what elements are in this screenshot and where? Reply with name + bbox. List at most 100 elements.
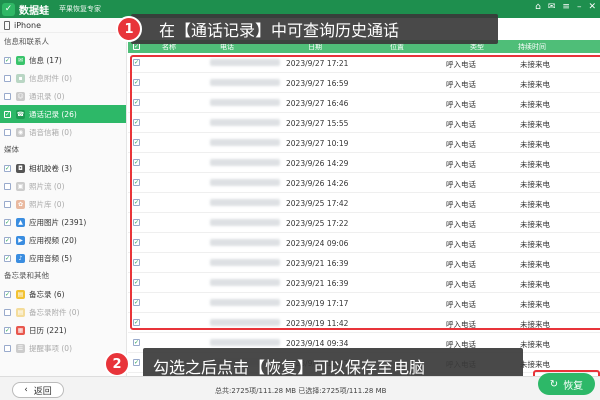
call-type: 呼入电话 (446, 260, 476, 269)
call-type: 呼入电话 (446, 180, 476, 189)
step-badge-1: 1 (116, 16, 142, 42)
checkbox[interactable]: ✓ (4, 254, 11, 262)
table-row[interactable]: ✓ 2023/9/27 17:21 呼入电话 未接来电 (128, 53, 600, 73)
checkbox[interactable]: ✓ (4, 218, 11, 226)
row-checkbox[interactable]: ✓ (133, 139, 140, 146)
call-status: 未接来电 (520, 180, 550, 189)
row-checkbox[interactable]: ✓ (133, 59, 140, 66)
row-checkbox[interactable]: ✓ (133, 179, 140, 186)
row-checkbox[interactable]: ✓ (133, 79, 140, 86)
minimize-icon[interactable]: – (577, 2, 582, 12)
back-button[interactable]: ‹ 返回 (12, 382, 64, 398)
chat-icon[interactable]: ✉ (548, 2, 556, 12)
table-row[interactable]: ✓ 2023/9/24 09:06 呼入电话 未接来电 (128, 233, 600, 253)
call-date: 2023/9/27 16:59 (286, 79, 349, 88)
calendar-icon: ▦ (16, 325, 25, 335)
close-icon[interactable]: ✕ (588, 2, 596, 12)
sidebar-item-messages[interactable]: ✓ ✉ 信息 (17) (0, 51, 126, 69)
redacted-number (210, 99, 280, 106)
call-date: 2023/9/21 16:39 (286, 279, 349, 288)
device-label[interactable]: iPhone (0, 18, 126, 33)
attachment-icon: ▪ (16, 73, 25, 83)
annotation-text-1: 在【通话记录】中可查询历史通话 (159, 21, 400, 40)
sidebar-item-voicemail[interactable]: ◉ 语音信箱 (0) (0, 123, 126, 141)
table-row[interactable]: ✓ 2023/9/27 10:19 呼入电话 未接来电 (128, 133, 600, 153)
step-badge-2: 2 (104, 351, 130, 377)
row-checkbox[interactable]: ✓ (133, 159, 140, 166)
checkbox[interactable] (4, 308, 11, 316)
sidebar-item-camera-roll[interactable]: ✓ ◘ 相机胶卷 (3) (0, 159, 126, 177)
table-row[interactable]: ✓ 2023/9/25 17:22 呼入电话 未接来电 (128, 213, 600, 233)
row-checkbox[interactable]: ✓ (133, 219, 140, 226)
row-checkbox[interactable]: ✓ (133, 99, 140, 106)
sidebar-item-app-audio[interactable]: ✓ ♪ 应用音频 (5) (0, 249, 126, 267)
row-checkbox[interactable]: ✓ (133, 239, 140, 246)
table-row[interactable]: ✓ 2023/9/27 16:59 呼入电话 未接来电 (128, 73, 600, 93)
table-row[interactable]: ✓ 2023/9/19 17:17 呼入电话 未接来电 (128, 293, 600, 313)
call-type: 呼入电话 (446, 60, 476, 69)
account-icon[interactable]: ⌂ (535, 2, 541, 12)
sidebar-item-call-log[interactable]: ✓ ☎ 通话记录 (26) (0, 105, 126, 123)
table-row[interactable]: ✓ 2023/9/26 14:29 呼入电话 未接来电 (128, 153, 600, 173)
redacted-number (210, 139, 280, 146)
section-memos[interactable]: 备忘录和其他 (0, 267, 126, 285)
checkbox[interactable] (4, 128, 11, 136)
sidebar-item-app-photos[interactable]: ✓ ▲ 应用图片 (2391) (0, 213, 126, 231)
row-checkbox[interactable]: ✓ (133, 199, 140, 206)
table-row[interactable]: ✓ 2023/9/26 14:26 呼入电话 未接来电 (128, 173, 600, 193)
sidebar-item-app-videos[interactable]: ✓ ▶ 应用视频 (20) (0, 231, 126, 249)
checkbox[interactable]: ✓ (4, 236, 11, 244)
checkbox[interactable]: ✓ (4, 56, 11, 64)
col-duration[interactable]: 持续时间 (518, 42, 546, 52)
redacted-number (210, 279, 280, 286)
note-attachment-icon: ▤ (16, 307, 25, 317)
checkbox[interactable] (4, 200, 11, 208)
table-row[interactable]: ✓ 2023/9/25 17:42 呼入电话 未接来电 (128, 193, 600, 213)
sidebar-item-note-attachments[interactable]: ▤ 备忘录附件 (0) (0, 303, 126, 321)
call-type: 呼入电话 (446, 200, 476, 209)
call-status: 未接来电 (520, 220, 550, 229)
table-row[interactable]: ✓ 2023/9/21 16:39 呼入电话 未接来电 (128, 273, 600, 293)
table-row[interactable]: ✓ 2023/9/27 15:55 呼入电话 未接来电 (128, 113, 600, 133)
row-checkbox[interactable]: ✓ (133, 359, 140, 366)
checkbox[interactable] (4, 74, 11, 82)
table-row[interactable]: ✓ 2023/9/19 11:42 呼入电话 未接来电 (128, 313, 600, 333)
sidebar-item-message-attachments[interactable]: ▪ 信息附件 (0) (0, 69, 126, 87)
sidebar-item-calendar[interactable]: ✓ ▦ 日历 (221) (0, 321, 126, 339)
sidebar-item-photo-stream[interactable]: ▣ 照片流 (0) (0, 177, 126, 195)
row-checkbox[interactable]: ✓ (133, 279, 140, 286)
checkbox[interactable]: ✓ (4, 326, 11, 334)
redacted-number (210, 179, 280, 186)
menu-icon[interactable]: ≡ (562, 2, 570, 12)
call-type: 呼入电话 (446, 100, 476, 109)
checkbox[interactable] (4, 92, 11, 100)
checkbox[interactable] (4, 344, 11, 352)
sidebar: iPhone 信息和联系人 ✓ ✉ 信息 (17) ▪ 信息附件 (0) ☺ 通… (0, 18, 127, 376)
call-status: 未接来电 (520, 340, 550, 349)
row-checkbox[interactable]: ✓ (133, 119, 140, 126)
section-messages[interactable]: 信息和联系人 (0, 33, 126, 51)
row-checkbox[interactable]: ✓ (133, 339, 140, 346)
call-status: 未接来电 (520, 240, 550, 249)
redacted-number (210, 199, 280, 206)
call-type: 呼入电话 (446, 120, 476, 129)
recover-button[interactable]: ↻ 恢复 (538, 373, 595, 395)
sidebar-item-notes[interactable]: ✓ ▤ 备忘录 (6) (0, 285, 126, 303)
checkbox[interactable]: ✓ (4, 110, 11, 118)
checkbox[interactable] (4, 182, 11, 190)
call-date: 2023/9/25 17:42 (286, 199, 349, 208)
table-row[interactable]: ✓ 2023/9/27 16:46 呼入电话 未接来电 (128, 93, 600, 113)
row-checkbox[interactable]: ✓ (133, 299, 140, 306)
sidebar-item-contacts[interactable]: ☺ 通讯录 (0) (0, 87, 126, 105)
contacts-icon: ☺ (16, 91, 25, 101)
sidebar-item-photo-library[interactable]: ✿ 照片库 (0) (0, 195, 126, 213)
section-media[interactable]: 媒体 (0, 141, 126, 159)
checkbox[interactable]: ✓ (4, 290, 11, 298)
annotation-banner-1: 在【通话记录】中可查询历史通话 (131, 14, 498, 44)
row-checkbox[interactable]: ✓ (133, 259, 140, 266)
window-controls: ⌂ ✉ ≡ – ✕ (535, 2, 596, 12)
select-all-checkbox[interactable]: ✓ (133, 43, 140, 50)
row-checkbox[interactable]: ✓ (133, 319, 140, 326)
table-row[interactable]: ✓ 2023/9/21 16:39 呼入电话 未接来电 (128, 253, 600, 273)
checkbox[interactable]: ✓ (4, 164, 11, 172)
